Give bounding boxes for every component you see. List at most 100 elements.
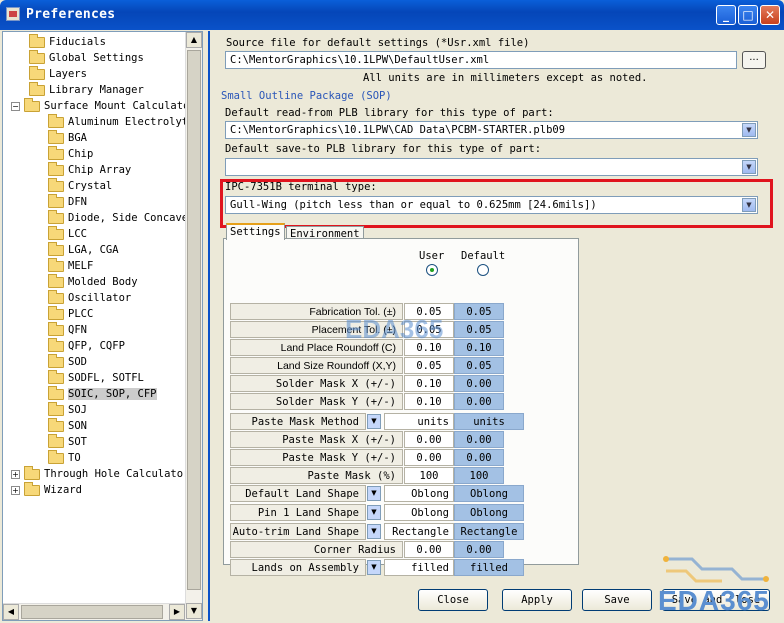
tree-item[interactable]: QFN — [48, 321, 87, 338]
tree-item-label: LCC — [68, 228, 87, 240]
user-value-field[interactable]: 0.00 — [404, 431, 454, 448]
tree-item-label: SOT — [68, 436, 87, 448]
setting-label: Pin 1 Land Shape — [230, 504, 366, 521]
tree-item-label: BGA — [68, 132, 87, 144]
chevron-down-icon[interactable]: ▼ — [742, 198, 756, 212]
tree-item[interactable]: PLCC — [48, 305, 93, 322]
read-library-select[interactable]: C:\MentorGraphics\10.1LPW\CAD Data\PCBM-… — [225, 121, 758, 139]
hscroll-thumb[interactable] — [21, 605, 163, 619]
chevron-down-icon[interactable]: ▼ — [742, 160, 756, 174]
tree-item-label: Oscillator — [68, 292, 132, 304]
scroll-thumb[interactable] — [187, 50, 201, 590]
tree-item-label: Through Hole Calculators — [44, 468, 196, 480]
close-window-button[interactable]: ✕ — [760, 5, 780, 25]
chevron-down-icon[interactable]: ▼ — [367, 560, 381, 575]
minimize-button[interactable]: _ — [716, 5, 736, 25]
tree-item[interactable]: MELF — [48, 257, 93, 274]
tree-item[interactable]: Chip — [48, 145, 94, 162]
close-button[interactable]: Close — [418, 589, 488, 611]
user-value-field[interactable]: Oblong — [384, 485, 454, 502]
user-radio[interactable] — [426, 264, 438, 276]
save-library-select[interactable]: ▼ — [225, 158, 758, 176]
tree-item[interactable]: SOJ — [48, 401, 87, 418]
folder-icon — [48, 337, 64, 352]
setting-label: Paste Mask (%) — [230, 467, 403, 484]
chevron-down-icon[interactable]: ▼ — [367, 505, 381, 520]
folder-icon — [48, 369, 64, 384]
folder-icon — [48, 225, 64, 240]
tree-item[interactable]: SOD — [48, 353, 87, 370]
tree-item[interactable]: + Through Hole Calculators — [11, 465, 196, 482]
tree-item[interactable]: SOT — [48, 433, 87, 450]
chevron-down-icon[interactable]: ▼ — [367, 486, 381, 501]
setting-label: Land Size Roundoff (X,Y) — [230, 357, 403, 374]
folder-icon — [48, 145, 64, 160]
scroll-right-icon[interactable]: ▶ — [169, 604, 185, 620]
tab-settings[interactable]: Settings — [226, 223, 285, 240]
chevron-down-icon[interactable]: ▼ — [367, 414, 381, 429]
user-value-field[interactable]: Rectangle — [384, 523, 454, 540]
tree-item[interactable]: Crystal — [48, 177, 112, 194]
tree-item[interactable]: SODFL, SOTFL — [48, 369, 144, 386]
default-value-cell: 0.00 — [454, 393, 504, 410]
user-value-field[interactable]: 100 — [404, 467, 454, 484]
tree-item[interactable]: Oscillator — [48, 289, 132, 306]
save-library-label: Default save-to PLB library for this typ… — [225, 143, 542, 155]
save-button[interactable]: Save — [582, 589, 652, 611]
circuit-logo-icon — [663, 556, 769, 583]
tree-item[interactable]: Global Settings — [29, 49, 144, 66]
tree-item[interactable]: DFN — [48, 193, 87, 210]
tree-item-label: SON — [68, 420, 87, 432]
setting-label: Corner Radius — [230, 541, 403, 558]
terminal-type-select[interactable]: Gull-Wing (pitch less than or equal to 0… — [225, 196, 758, 214]
maximize-button[interactable]: □ — [738, 5, 758, 25]
tree-horizontal-scrollbar[interactable]: ◀ ▶ — [3, 603, 186, 620]
apply-button[interactable]: Apply — [502, 589, 572, 611]
tree-item[interactable]: − Surface Mount Calculators — [11, 97, 202, 114]
tree-item[interactable]: + Wizard — [11, 481, 82, 498]
tree-item-label: Chip — [68, 148, 94, 160]
tree-item[interactable]: Aluminum Electrolytic ( — [48, 113, 203, 130]
tree-item[interactable]: SOIC, SOP, CFP — [48, 385, 157, 402]
default-radio[interactable] — [477, 264, 489, 276]
tree-item[interactable]: LCC — [48, 225, 87, 242]
folder-icon — [48, 321, 64, 336]
tree-item[interactable]: Chip Array — [48, 161, 131, 178]
tree-item[interactable]: Diode, Side Concave — [48, 209, 189, 226]
tree-item[interactable]: LGA, CGA — [48, 241, 119, 258]
tree-item[interactable]: SON — [48, 417, 87, 434]
tree-vertical-scrollbar[interactable]: ▲ ▼ — [185, 32, 202, 620]
units-note: All units are in millimeters except as n… — [363, 72, 648, 84]
source-file-field[interactable]: C:\MentorGraphics\10.1LPW\DefaultUser.xm… — [225, 51, 737, 69]
user-value-field[interactable]: 0.10 — [404, 393, 454, 410]
tree-item[interactable]: BGA — [48, 129, 87, 146]
browse-button[interactable]: ... — [742, 51, 766, 69]
expand-icon[interactable]: + — [11, 469, 20, 479]
chevron-down-icon[interactable]: ▼ — [742, 123, 756, 137]
user-value-field[interactable]: 0.00 — [404, 449, 454, 466]
tree-item[interactable]: TO — [48, 449, 81, 466]
collapse-icon[interactable]: − — [11, 101, 20, 111]
scroll-up-icon[interactable]: ▲ — [186, 32, 202, 48]
setting-label: Solder Mask X (+/-) — [230, 375, 403, 392]
chevron-down-icon[interactable]: ▼ — [367, 524, 381, 539]
expand-icon[interactable]: + — [11, 485, 20, 495]
user-value-field[interactable]: 0.00 — [404, 541, 454, 558]
tree-item[interactable]: Layers — [29, 65, 87, 82]
user-value-field[interactable]: 0.05 — [404, 357, 454, 374]
tree-item[interactable]: Fiducials — [29, 33, 106, 50]
tree-item[interactable]: QFP, CQFP — [48, 337, 125, 354]
tree-item-label: Aluminum Electrolytic ( — [68, 116, 203, 128]
default-value-cell: 0.05 — [454, 357, 504, 374]
scroll-down-icon[interactable]: ▼ — [186, 603, 202, 619]
user-value-field[interactable]: units — [384, 413, 454, 430]
tree-item[interactable]: Molded Body — [48, 273, 138, 290]
user-value-field[interactable]: Oblong — [384, 504, 454, 521]
tree-item[interactable]: Library Manager — [29, 81, 144, 98]
user-value-field[interactable]: 0.10 — [404, 375, 454, 392]
folder-icon — [48, 209, 64, 224]
setting-label: Paste Mask Y (+/-) — [230, 449, 403, 466]
user-value-field[interactable]: filled — [384, 559, 454, 576]
scroll-left-icon[interactable]: ◀ — [3, 604, 19, 620]
tree-item-label: Diode, Side Concave — [68, 212, 189, 224]
